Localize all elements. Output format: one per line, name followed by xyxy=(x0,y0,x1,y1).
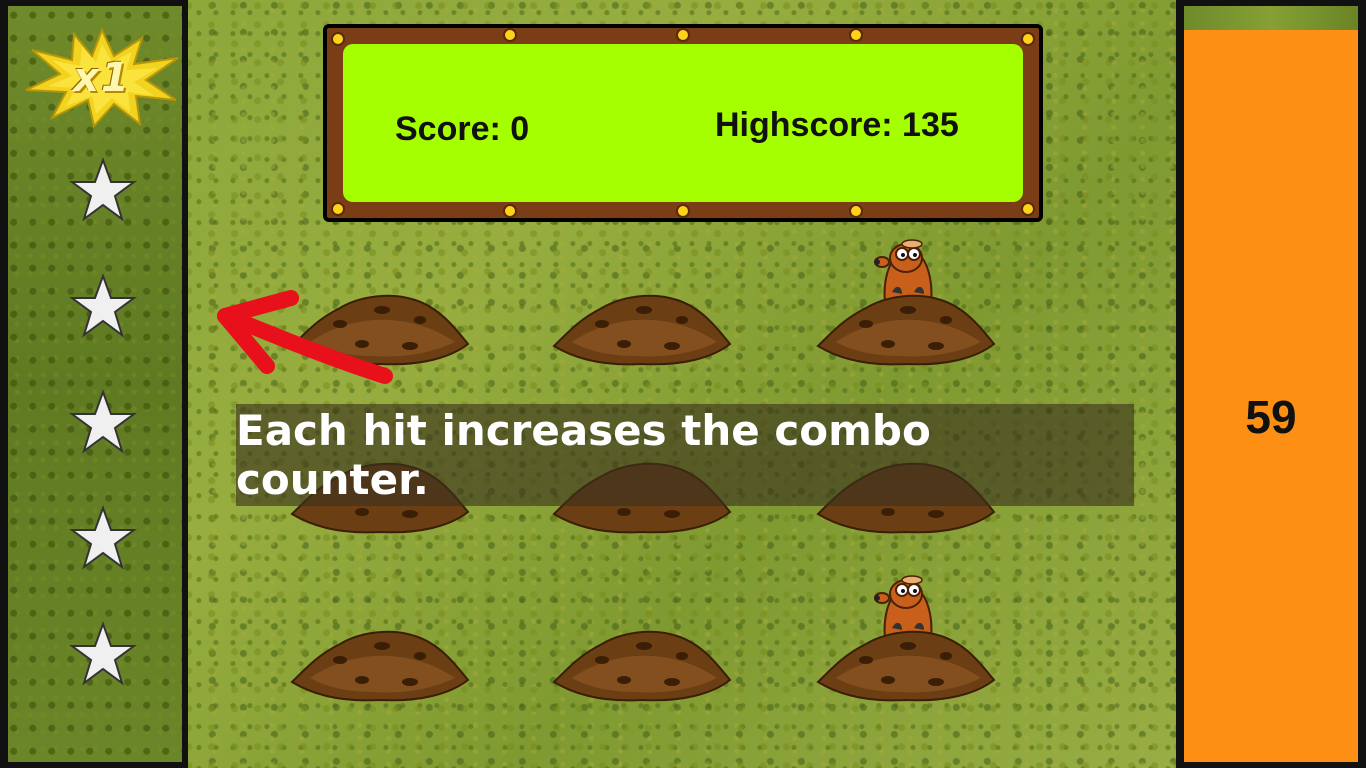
tutorial-banner: Each hit increases the combo counter. xyxy=(236,404,1134,506)
star-icon xyxy=(68,621,138,686)
mole-hole-8[interactable] xyxy=(552,624,732,704)
bolt-icon xyxy=(1021,32,1035,46)
combo-multiplier-text: x1 xyxy=(73,55,131,101)
bolt-icon xyxy=(503,204,517,218)
timer-bar: 59 xyxy=(1184,30,1358,762)
combo-multiplier-badge: x1 xyxy=(22,28,182,128)
mole-hole-9[interactable] xyxy=(816,624,996,704)
tutorial-arrow-icon xyxy=(217,290,393,384)
timer-value: 59 xyxy=(1245,391,1297,443)
star-icon xyxy=(68,389,138,454)
mole-hole-7[interactable] xyxy=(290,624,470,704)
star-icon xyxy=(68,157,138,222)
timer-elapsed-strip xyxy=(1184,6,1358,30)
score-label: Score: 0 xyxy=(395,110,530,148)
timer-panel: 59 xyxy=(1176,0,1366,768)
scoreboard: Score: 0 Highscore: 135 xyxy=(323,24,1043,222)
bolt-icon xyxy=(1021,202,1035,216)
combo-panel: x1 xyxy=(0,0,188,768)
bolt-icon xyxy=(503,28,517,42)
bolt-icon xyxy=(849,204,863,218)
highscore-label: Highscore: 135 xyxy=(715,106,959,144)
mole-hole-3[interactable] xyxy=(816,288,996,368)
mole-hole-2[interactable] xyxy=(552,288,732,368)
bolt-icon xyxy=(849,28,863,42)
bolt-icon xyxy=(331,202,345,216)
bolt-icon xyxy=(676,28,690,42)
bolt-icon xyxy=(331,32,345,46)
bolt-icon xyxy=(676,204,690,218)
star-icon xyxy=(68,505,138,570)
star-icon xyxy=(68,273,138,338)
tutorial-message: Each hit increases the combo counter. xyxy=(236,406,931,504)
